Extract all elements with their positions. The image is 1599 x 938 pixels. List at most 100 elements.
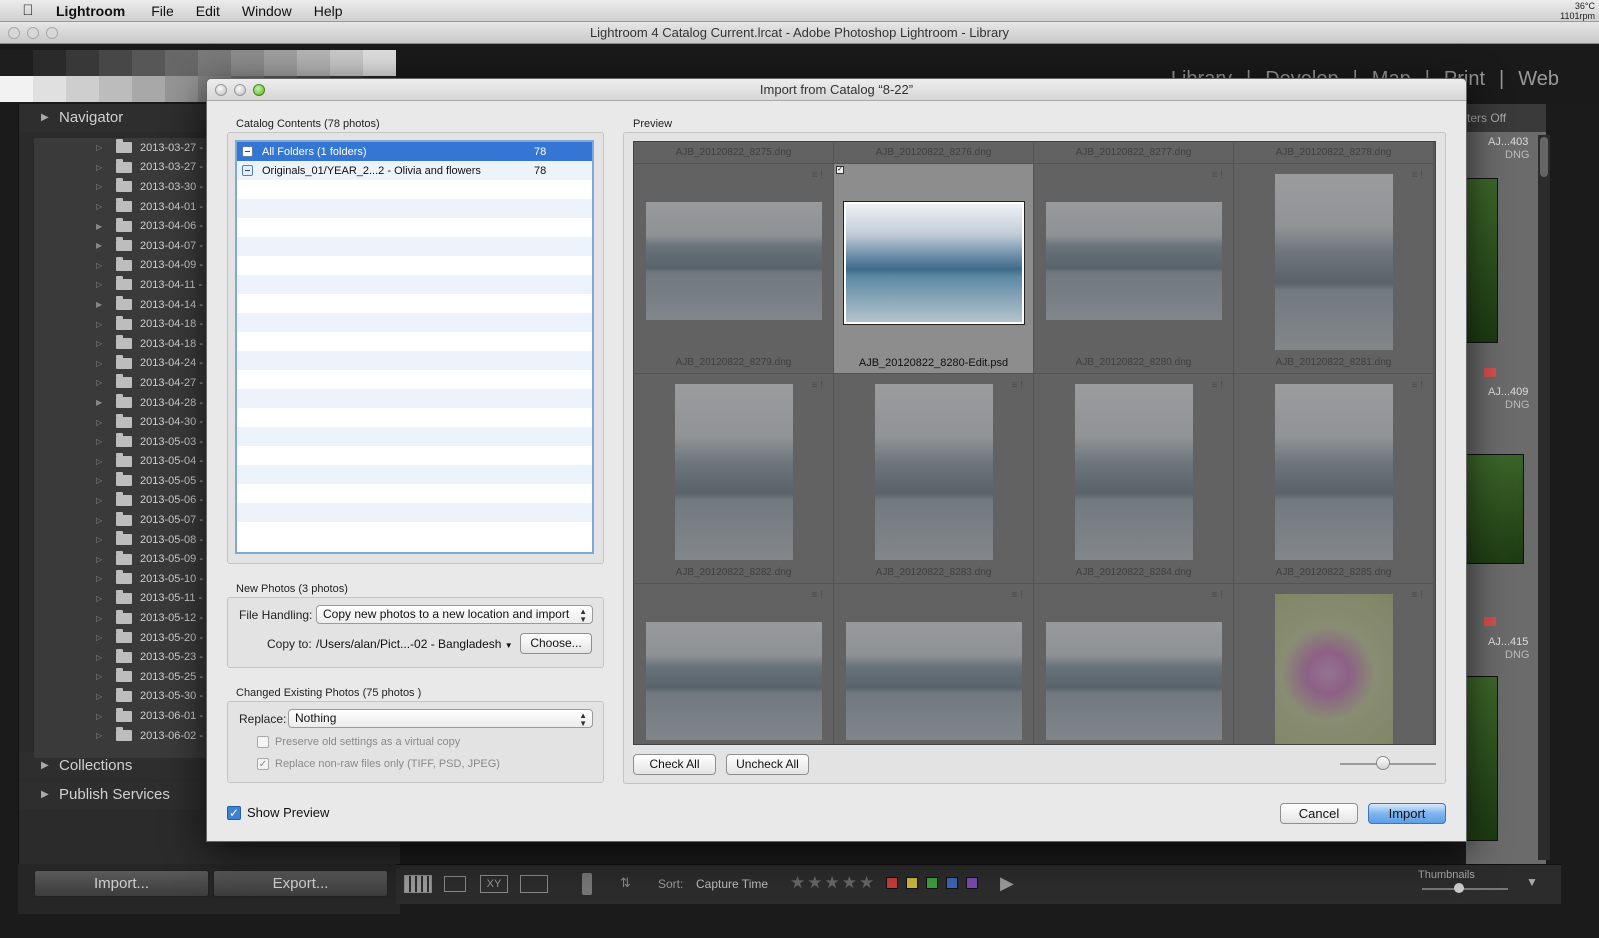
navigator-panel-header[interactable]: ▶ Navigator — [19, 104, 209, 132]
folder-row[interactable]: ▷ 2013-05-23 - — [34, 647, 214, 667]
grid-view-icon[interactable] — [404, 875, 432, 893]
toolbar-menu-chevron-icon[interactable]: ▼ — [1526, 875, 1538, 889]
yellow-label-icon[interactable] — [906, 877, 918, 889]
preview-cell[interactable]: ✓ AJB_20120822_8280-Edit.psd — [834, 164, 1034, 374]
preview-cell[interactable]: AJB_20120822_8277.dng — [1034, 142, 1234, 164]
grid-thumbnail[interactable] — [1466, 178, 1498, 343]
folder-row[interactable]: ▷ 2013-05-04 - — [34, 452, 214, 472]
preview-cell[interactable]: AJB_20120822_8276.dng — [834, 142, 1034, 164]
loupe-view-icon[interactable] — [444, 876, 466, 892]
folder-row[interactable]: ▷ 2013-05-05 - — [34, 471, 214, 491]
folder-row[interactable]: ▷ 2013-04-11 - — [34, 275, 214, 295]
include-photo-checkbox[interactable]: ✓ — [836, 166, 844, 174]
preserve-settings-checkbox[interactable] — [257, 736, 269, 748]
expand-triangle-icon[interactable]: ▶ — [96, 241, 106, 250]
play-slideshow-icon[interactable]: ▶ — [1000, 873, 1014, 894]
grid-thumbnail[interactable] — [1466, 676, 1498, 841]
folder-row[interactable]: ▶ 2013-04-06 - — [34, 216, 214, 236]
preview-cell[interactable]: ≡ ! AJB_20120822_8279.dng — [634, 164, 834, 374]
folder-row[interactable]: ▷ 2013-04-30 - — [34, 412, 214, 432]
menu-app-lightroom[interactable]: Lightroom — [56, 3, 125, 19]
preview-cell[interactable]: ≡ ! AJB_20120822_8283.dng — [834, 374, 1034, 584]
menu-window[interactable]: Window — [242, 3, 292, 19]
preview-cell[interactable]: ≡ ! AJB_20120822_8284.dng — [1034, 374, 1234, 584]
catalog-row-folder[interactable]: Originals_01/YEAR_2...2 - Olivia and flo… — [237, 161, 592, 180]
expand-triangle-icon[interactable]: ▶ — [96, 398, 106, 407]
include-checkbox[interactable] — [242, 165, 253, 176]
filters-off-label[interactable]: ters Off — [1466, 104, 1546, 132]
cancel-button[interactable]: Cancel — [1280, 803, 1358, 824]
preview-cell[interactable]: ≡ ! — [1234, 584, 1434, 744]
scrollbar-thumb[interactable] — [1540, 137, 1548, 177]
folder-row[interactable]: ▷ 2013-04-18 - — [34, 334, 214, 354]
preview-cell[interactable]: ≡ ! AJB_20120822_8285.dng — [1234, 374, 1434, 584]
folder-row[interactable]: ▷ 2013-03-27 - — [34, 138, 214, 158]
preview-cell[interactable]: ≡ ! AJB_20120822_8280.dng — [1034, 164, 1234, 374]
folder-row[interactable]: ▷ 2013-05-30 - — [34, 687, 214, 707]
catalog-row-all-folders[interactable]: All Folders (1 folders) 78 — [237, 142, 592, 161]
check-all-button[interactable]: Check All — [633, 754, 716, 775]
folder-row[interactable]: ▷ 2013-05-25 - — [34, 667, 214, 687]
expand-triangle-icon[interactable]: ▶ — [96, 300, 106, 309]
thumbnail-size-slider[interactable] — [1422, 888, 1508, 890]
import-button[interactable]: Import... — [34, 870, 209, 897]
sort-direction-icon[interactable]: ⇅ — [620, 875, 631, 891]
folder-row[interactable]: ▷ 2013-03-30 - — [34, 177, 214, 197]
file-handling-dropdown[interactable]: Copy new photos to a new location and im… — [316, 605, 593, 624]
module-web[interactable]: Web — [1518, 68, 1559, 91]
preview-cell[interactable]: AJB_20120822_8278.dng — [1234, 142, 1434, 164]
red-label-icon[interactable] — [886, 877, 898, 889]
menu-help[interactable]: Help — [314, 3, 343, 19]
folder-row[interactable]: ▷ 2013-03-27 - — [34, 158, 214, 178]
window-zoom-button[interactable] — [46, 27, 58, 39]
replace-nonraw-checkbox[interactable]: ✓ — [257, 758, 269, 770]
folder-row[interactable]: ▷ 2013-06-02 - — [34, 726, 214, 746]
survey-view-icon[interactable] — [520, 875, 548, 893]
blue-label-icon[interactable] — [946, 877, 958, 889]
folder-row[interactable]: ▷ 2013-05-10 - — [34, 569, 214, 589]
sort-dropdown[interactable]: Capture Time — [696, 877, 768, 891]
folder-row[interactable]: ▷ 2013-04-09 - — [34, 256, 214, 276]
import-dialog-button[interactable]: Import — [1368, 803, 1446, 824]
replace-dropdown[interactable]: Nothing ▲ ▼ — [288, 709, 593, 728]
expand-triangle-icon[interactable]: ▶ — [96, 222, 106, 231]
folder-row[interactable]: ▷ 2013-04-18 - I — [34, 314, 214, 334]
include-checkbox[interactable] — [242, 146, 253, 157]
grid-thumbnail[interactable] — [1466, 454, 1524, 564]
green-label-icon[interactable] — [926, 877, 938, 889]
preview-cell[interactable]: ≡ ! — [834, 584, 1034, 744]
folder-row[interactable]: ▷ 2013-04-27 - N — [34, 373, 214, 393]
show-preview-checkbox[interactable]: ✓ — [227, 805, 241, 820]
preview-size-slider-knob[interactable] — [1376, 756, 1390, 770]
publish-services-panel-header[interactable]: ▶ Publish Services — [19, 781, 209, 809]
preview-cell[interactable]: ≡ ! — [1034, 584, 1234, 744]
dialog-close-button[interactable] — [215, 84, 227, 96]
apple-menu-icon[interactable]:  — [18, 2, 38, 19]
folder-row[interactable]: ▶ 2013-04-28 - — [34, 393, 214, 413]
preview-cell[interactable]: AJB_20120822_8275.dng — [634, 142, 834, 164]
preview-cell[interactable]: ≡ ! — [634, 584, 834, 744]
export-button[interactable]: Export... — [213, 870, 388, 897]
folder-row[interactable]: ▶ 2013-04-07 - — [34, 236, 214, 256]
dialog-minimize-button[interactable] — [234, 84, 246, 96]
folder-row[interactable]: ▷ 2013-05-03 - — [34, 432, 214, 452]
menu-file[interactable]: File — [151, 3, 174, 19]
preview-cell[interactable]: ≡ ! AJB_20120822_8281.dng — [1234, 164, 1434, 374]
menu-edit[interactable]: Edit — [196, 3, 220, 19]
compare-view-icon[interactable]: XY — [480, 875, 508, 893]
folder-row[interactable]: ▷ 2013-05-09 - — [34, 549, 214, 569]
folder-row[interactable]: ▷ 2013-05-07 - — [34, 510, 214, 530]
purple-label-icon[interactable] — [966, 877, 978, 889]
window-close-button[interactable] — [8, 27, 20, 39]
painter-icon[interactable] — [582, 873, 592, 895]
folder-row[interactable]: ▷ 2013-05-08 - — [34, 530, 214, 550]
folder-row[interactable]: ▷ 2013-05-12 - — [34, 608, 214, 628]
folder-row[interactable]: ▷ 2013-05-20 - — [34, 628, 214, 648]
folder-row[interactable]: ▷ 2013-06-01 - — [34, 706, 214, 726]
dialog-zoom-button[interactable] — [253, 84, 265, 96]
grid-scrollbar[interactable] — [1538, 135, 1550, 860]
thumbnail-size-knob[interactable] — [1454, 883, 1464, 893]
uncheck-all-button[interactable]: Uncheck All — [726, 754, 809, 775]
window-minimize-button[interactable] — [27, 27, 39, 39]
folder-row[interactable]: ▷ 2013-04-01 - / — [34, 197, 214, 217]
